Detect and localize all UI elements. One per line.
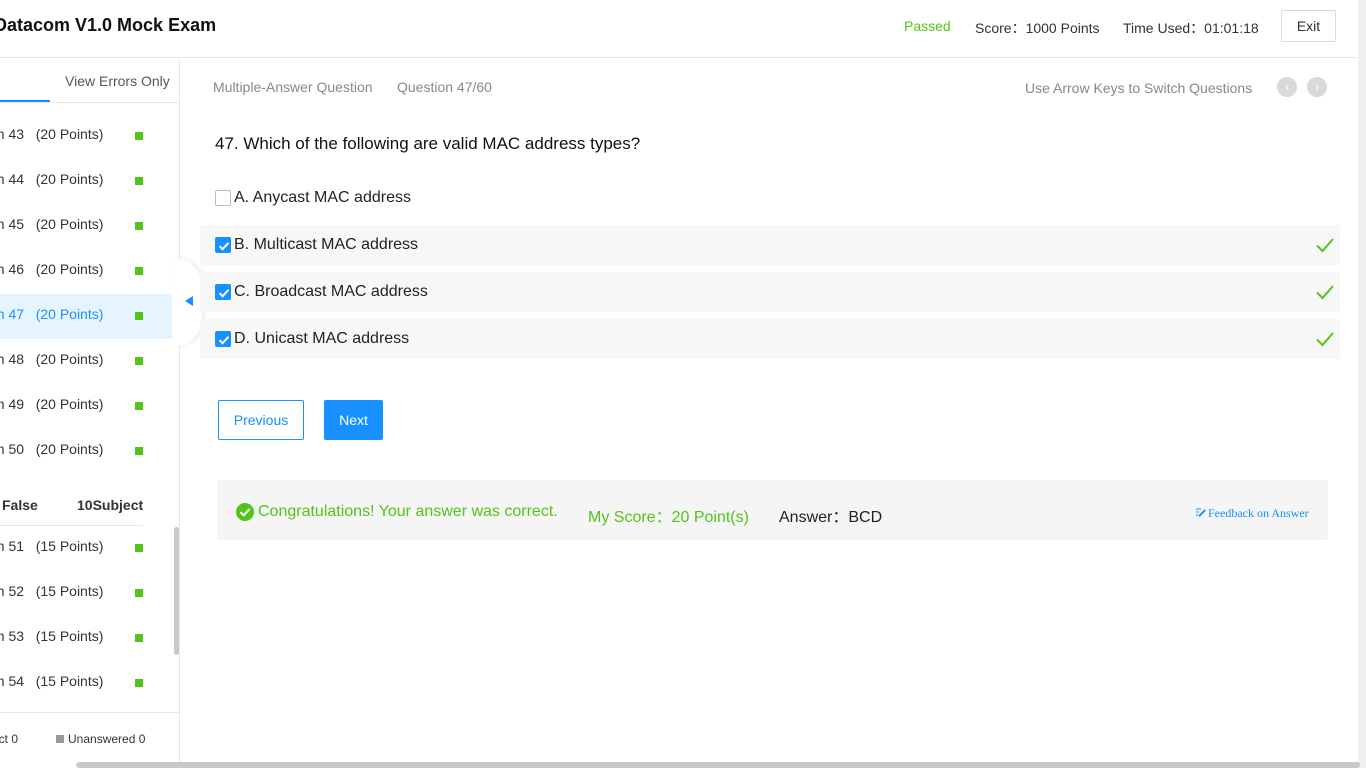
correct-check-icon bbox=[1316, 332, 1334, 347]
arrow-keys-hint: Use Arrow Keys to Switch Questions bbox=[1025, 80, 1253, 96]
answered-correct-indicator bbox=[135, 589, 143, 597]
tab-view-errors-only[interactable]: View Errors Only bbox=[65, 73, 170, 89]
horizontal-scrollbar[interactable] bbox=[76, 762, 1360, 768]
sidebar-scrollbar[interactable] bbox=[174, 527, 179, 655]
option-d-label: D. Unicast MAC address bbox=[234, 330, 410, 347]
my-score: My Score：20 Point(s) bbox=[588, 509, 749, 526]
option-c-checkbox[interactable] bbox=[215, 284, 231, 300]
option-b-checkbox[interactable] bbox=[215, 237, 231, 253]
question-type: Multiple-Answer Question bbox=[213, 79, 373, 95]
sidebar-question-49[interactable]: on 49 (20 Points) bbox=[0, 384, 172, 429]
option-a-checkbox[interactable] bbox=[215, 190, 231, 206]
section-type-label: False bbox=[2, 497, 38, 513]
total-score: Score：1000 Points bbox=[975, 20, 1100, 36]
question-label: on 49 (20 Points) bbox=[0, 396, 104, 412]
sidebar-question-51[interactable]: on 51 (15 Points) bbox=[0, 526, 172, 571]
option-a-label: A. Anycast MAC address bbox=[234, 189, 411, 206]
sidebar-question-54[interactable]: on 54 (15 Points) bbox=[0, 661, 172, 706]
answered-correct-indicator bbox=[135, 357, 143, 365]
caret-left-icon bbox=[185, 296, 193, 306]
window-edge bbox=[1358, 0, 1366, 768]
option-d[interactable]: D. Unicast MAC address bbox=[200, 319, 1340, 359]
exit-button[interactable]: Exit bbox=[1281, 10, 1336, 42]
question-progress: Question 47/60 bbox=[397, 79, 492, 95]
answered-correct-indicator bbox=[135, 634, 143, 642]
answered-correct-indicator bbox=[135, 402, 143, 410]
option-d-checkbox[interactable] bbox=[215, 331, 231, 347]
answered-correct-indicator bbox=[135, 267, 143, 275]
result-message: Congratulations! Your answer was correct… bbox=[258, 503, 558, 520]
sidebar-question-53[interactable]: on 53 (15 Points) bbox=[0, 616, 172, 661]
answered-correct-indicator bbox=[135, 222, 143, 230]
answered-correct-indicator bbox=[135, 447, 143, 455]
option-c[interactable]: C. Broadcast MAC address bbox=[200, 272, 1340, 312]
question-text: 47. Which of the following are valid MAC… bbox=[215, 134, 641, 153]
question-label: on 51 (15 Points) bbox=[0, 538, 104, 554]
option-c-label: C. Broadcast MAC address bbox=[234, 283, 428, 300]
exam-title: Datacom V1.0 Mock Exam bbox=[0, 15, 217, 35]
legend-correct-count: ect 0 bbox=[0, 732, 19, 746]
feedback-link[interactable]: Feedback on Answer bbox=[1195, 506, 1309, 521]
sidebar-question-46[interactable]: on 46 (20 Points) bbox=[0, 249, 172, 294]
check-circle-icon bbox=[236, 503, 254, 521]
sidebar-question-47-current[interactable]: on 47 (20 Points) bbox=[0, 294, 172, 339]
sidebar-question-44[interactable]: on 44 (20 Points) bbox=[0, 159, 172, 204]
status-passed: Passed bbox=[904, 18, 951, 34]
question-label: on 48 (20 Points) bbox=[0, 351, 104, 367]
unanswered-square-icon bbox=[56, 735, 64, 743]
answered-correct-indicator bbox=[135, 177, 143, 185]
question-label: on 44 (20 Points) bbox=[0, 171, 104, 187]
sidebar-question-43[interactable]: on 43 (20 Points) bbox=[0, 114, 172, 159]
correct-answer: Answer：BCD bbox=[779, 509, 883, 526]
question-label: on 53 (15 Points) bbox=[0, 628, 104, 644]
legend-unanswered-label: Unanswered 0 bbox=[68, 732, 146, 746]
sidebar-tabs: View Errors Only bbox=[0, 59, 179, 103]
answered-correct-indicator bbox=[135, 544, 143, 552]
sidebar-question-48[interactable]: on 48 (20 Points) bbox=[0, 339, 172, 384]
sidebar-question-50[interactable]: on 50 (20 Points) bbox=[0, 429, 172, 474]
answer-result-panel: Congratulations! Your answer was correct… bbox=[217, 480, 1328, 540]
question-label: on 54 (15 Points) bbox=[0, 673, 104, 689]
previous-button[interactable]: Previous bbox=[218, 400, 304, 440]
legend-unanswered: Unanswered 0 bbox=[56, 732, 145, 746]
sidebar-legend: ect 0 Unanswered 0 bbox=[0, 712, 179, 768]
prev-question-chevron-icon[interactable]: ‹ bbox=[1277, 77, 1297, 97]
option-a[interactable]: A. Anycast MAC address bbox=[200, 178, 1340, 218]
option-b-label: B. Multicast MAC address bbox=[234, 236, 419, 253]
correct-check-icon bbox=[1316, 238, 1334, 253]
question-sidebar: View Errors Only on 43 (20 Points) on 44… bbox=[0, 59, 180, 768]
question-label: on 50 (20 Points) bbox=[0, 441, 104, 457]
section-count-label: 10Subject bbox=[77, 497, 144, 513]
option-b[interactable]: B. Multicast MAC address bbox=[200, 225, 1340, 265]
question-label: on 47 (20 Points) bbox=[0, 306, 104, 322]
question-label: on 52 (15 Points) bbox=[0, 583, 104, 599]
question-label: on 45 (20 Points) bbox=[0, 216, 104, 232]
answered-correct-indicator bbox=[135, 312, 143, 320]
correct-check-icon bbox=[1316, 285, 1334, 300]
answered-correct-indicator bbox=[135, 132, 143, 140]
next-button[interactable]: Next bbox=[324, 400, 383, 440]
time-used: Time Used：01:01:18 bbox=[1123, 20, 1259, 36]
feedback-label: Feedback on Answer bbox=[1208, 506, 1309, 520]
answered-correct-indicator bbox=[135, 679, 143, 687]
tab-all-questions-active[interactable] bbox=[0, 100, 50, 102]
question-label: on 43 (20 Points) bbox=[0, 126, 104, 142]
header: Datacom V1.0 Mock Exam Passed Score：1000… bbox=[0, 0, 1366, 58]
section-header-true-false: False 10Subject bbox=[0, 495, 143, 526]
question-label: on 46 (20 Points) bbox=[0, 261, 104, 277]
edit-pen-icon bbox=[1196, 508, 1206, 517]
sidebar-question-45[interactable]: on 45 (20 Points) bbox=[0, 204, 172, 249]
next-question-chevron-icon[interactable]: › bbox=[1307, 77, 1327, 97]
sidebar-collapse-handle[interactable] bbox=[174, 258, 202, 346]
sidebar-question-52[interactable]: on 52 (15 Points) bbox=[0, 571, 172, 616]
